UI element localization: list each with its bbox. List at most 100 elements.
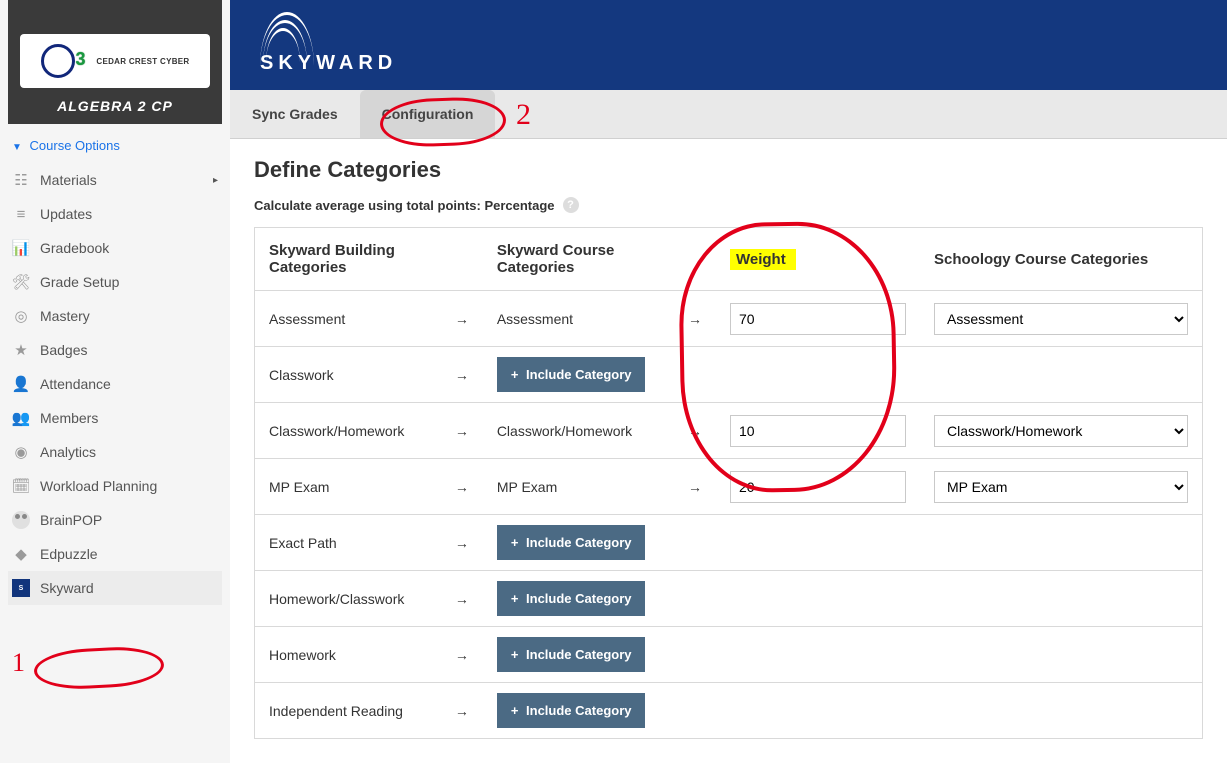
- tabs-bar: Sync Grades Configuration: [230, 90, 1227, 139]
- calc-mode-row: Calculate average using total points: Pe…: [254, 197, 1203, 213]
- table-row: Homework→+ Include Category: [255, 627, 1203, 683]
- include-category-button[interactable]: + Include Category: [497, 637, 646, 672]
- sidebar-item-gradebook[interactable]: 📊 Gradebook: [8, 231, 222, 265]
- schoology-cell: [920, 515, 1203, 571]
- sidebar-item-edpuzzle[interactable]: ◆Edpuzzle: [8, 537, 222, 571]
- sidebar-item-label: Badges: [40, 342, 87, 358]
- sidebar-item-label: Attendance: [40, 376, 111, 392]
- weight-input[interactable]: [730, 303, 906, 335]
- sidebar-item-label: Updates: [40, 206, 92, 222]
- course-category: MP Exam: [483, 459, 674, 515]
- help-icon[interactable]: ?: [563, 197, 579, 213]
- col-building: Skyward Building Categories: [255, 228, 441, 291]
- weight-input[interactable]: [730, 415, 906, 447]
- table-row: Independent Reading→ + Include Category: [255, 683, 1203, 739]
- logo-small-text: CEDAR CREST CYBER: [96, 57, 189, 66]
- arrow-right-icon: →: [441, 459, 483, 515]
- schoology-category-select[interactable]: Classwork/Homework: [934, 415, 1188, 447]
- schoology-category-select[interactable]: MP Exam: [934, 471, 1188, 503]
- sidebar-item-grade-setup[interactable]: 🛠Grade Setup: [8, 265, 222, 299]
- sidebar-item-label: Skyward: [40, 580, 94, 596]
- sidebar-item-members[interactable]: 👥Members: [8, 401, 222, 435]
- col-arrow-2: [674, 228, 716, 291]
- course-options-link[interactable]: ▼ Course Options: [8, 132, 222, 163]
- arrow-right-icon: →: [441, 403, 483, 459]
- sidebar-item-mastery[interactable]: ◎ Mastery: [8, 299, 222, 333]
- sidebar-item-attendance[interactable]: 👤 Attendance: [8, 367, 222, 401]
- skyward-banner: SKYWARD: [230, 0, 1227, 90]
- brainpop-icon: [12, 511, 30, 529]
- sidebar-item-label: Gradebook: [40, 240, 109, 256]
- analytics-icon: ◉: [12, 443, 30, 461]
- sidebar-item-analytics[interactable]: ◉ Analytics: [8, 435, 222, 469]
- arrow-right-icon: →: [441, 683, 483, 739]
- plus-icon: +: [511, 591, 519, 606]
- sidebar-item-skyward[interactable]: S Skyward: [8, 571, 222, 605]
- weight-cell: [716, 347, 920, 403]
- table-row: Classwork/Homework→Classwork/Homework→Cl…: [255, 403, 1203, 459]
- arrow-right-icon: →: [441, 291, 483, 347]
- include-category-button[interactable]: + Include Category: [497, 693, 646, 728]
- skyward-arcs-icon: [260, 12, 320, 50]
- badges-icon: ★: [12, 341, 30, 359]
- sidebar-item-brainpop[interactable]: BrainPOP: [8, 503, 222, 537]
- building-category: Independent Reading: [255, 683, 441, 739]
- include-category-button[interactable]: + Include Category: [497, 525, 646, 560]
- main: SKYWARD Sync Grades Configuration Define…: [230, 0, 1227, 689]
- building-category: Assessment: [255, 291, 441, 347]
- schoology-category-select[interactable]: Assessment: [934, 303, 1188, 335]
- building-category: Classwork/Homework: [255, 403, 441, 459]
- col-weight: Weight: [716, 228, 920, 291]
- weight-cell: [716, 515, 920, 571]
- workload-planning-icon: 🗓: [12, 477, 30, 495]
- sidebar: CEDAR CREST CYBER ALGEBRA 2 CP ▼ Course …: [0, 0, 230, 689]
- sidebar-item-updates[interactable]: ≡ Updates: [8, 197, 222, 231]
- table-row: Homework/Classwork→+ Include Category: [255, 571, 1203, 627]
- arrow-right-icon: [674, 627, 716, 683]
- table-row: Exact Path→+ Include Category: [255, 515, 1203, 571]
- skyward-icon: S: [12, 579, 30, 597]
- sidebar-item-label: Analytics: [40, 444, 96, 460]
- include-category-button[interactable]: + Include Category: [497, 581, 646, 616]
- gradebook-icon: 📊: [12, 239, 30, 257]
- sidebar-item-label: Mastery: [40, 308, 90, 324]
- course-category: Classwork/Homework: [483, 403, 674, 459]
- course-category: + Include Category: [483, 683, 674, 739]
- updates-icon: ≡: [12, 205, 30, 223]
- schoology-cell: Classwork/Homework: [920, 403, 1203, 459]
- weight-cell: [716, 459, 920, 515]
- tab-sync-grades[interactable]: Sync Grades: [230, 90, 360, 138]
- mastery-icon: ◎: [12, 307, 30, 325]
- arrow-right-icon: [674, 683, 716, 739]
- chevron-right-icon: ▸: [213, 175, 218, 186]
- plus-icon: +: [511, 703, 519, 718]
- tab-configuration[interactable]: Configuration: [360, 90, 496, 138]
- schoology-cell: MP Exam: [920, 459, 1203, 515]
- course-category: + Include Category: [483, 347, 674, 403]
- content: Define Categories Calculate average usin…: [230, 139, 1227, 763]
- sidebar-item-materials[interactable]: ☷Materials▸: [8, 163, 222, 197]
- schoology-cell: [920, 571, 1203, 627]
- schoology-cell: [920, 347, 1203, 403]
- arrow-right-icon: [674, 515, 716, 571]
- course-category: + Include Category: [483, 571, 674, 627]
- sidebar-item-workload-planning[interactable]: 🗓Workload Planning: [8, 469, 222, 503]
- sidebar-item-badges[interactable]: ★ Badges: [8, 333, 222, 367]
- edpuzzle-icon: ◆: [12, 545, 30, 563]
- arrow-right-icon: →: [674, 459, 716, 515]
- arrow-right-icon: →: [441, 515, 483, 571]
- skyward-wordmark: SKYWARD: [260, 52, 1227, 75]
- building-category: MP Exam: [255, 459, 441, 515]
- weight-input[interactable]: [730, 471, 906, 503]
- course-category: + Include Category: [483, 627, 674, 683]
- include-category-button[interactable]: + Include Category: [497, 357, 646, 392]
- calc-mode-label: Calculate average using total points: Pe…: [254, 198, 555, 213]
- sidebar-item-label: Members: [40, 410, 98, 426]
- arrow-right-icon: →: [441, 347, 483, 403]
- table-row: Classwork→+ Include Category: [255, 347, 1203, 403]
- col-course: Skyward Course Categories: [483, 228, 674, 291]
- attendance-icon: 👤: [12, 375, 30, 393]
- page-title: Define Categories: [254, 157, 1203, 183]
- skyward-logo: SKYWARD: [260, 12, 1227, 75]
- arrow-right-icon: [674, 347, 716, 403]
